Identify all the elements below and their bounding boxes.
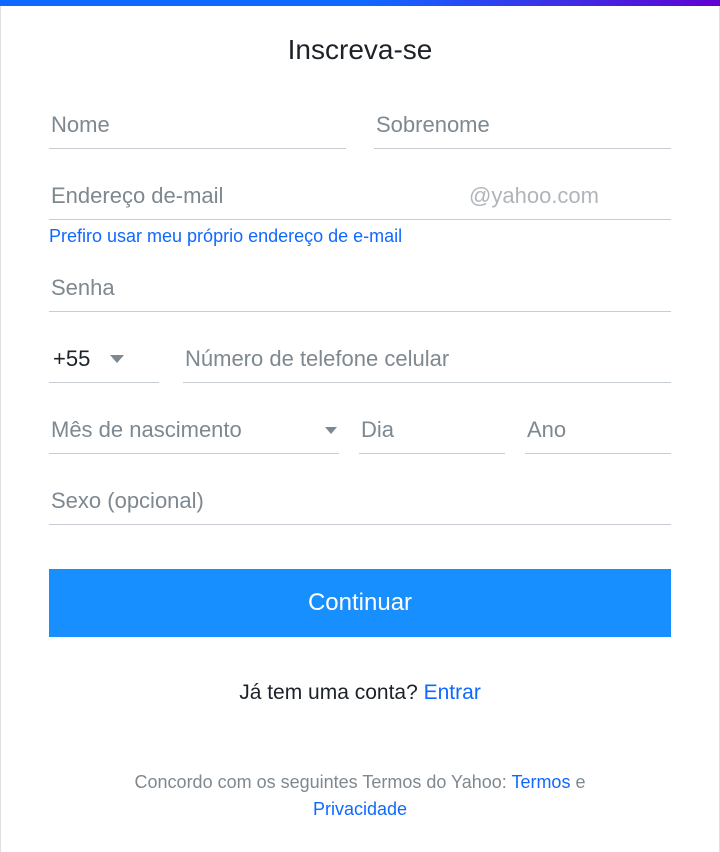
terms-prefix: Concordo com os seguintes Termos do Yaho… <box>135 772 512 792</box>
email-input[interactable] <box>49 175 467 219</box>
continue-button[interactable]: Continuar <box>49 569 671 637</box>
use-own-email-link[interactable]: Prefiro usar meu próprio endereço de e-m… <box>49 226 671 247</box>
chevron-down-icon <box>325 427 337 434</box>
birth-month-label: Mês de nascimento <box>51 417 242 443</box>
page-title: Inscreva-se <box>49 34 671 66</box>
terms-row: Concordo com os seguintes Termos do Yaho… <box>49 769 671 823</box>
birth-month-select[interactable]: Mês de nascimento <box>49 409 339 454</box>
country-code-value: +55 <box>53 346 90 372</box>
first-name-input[interactable] <box>49 104 346 149</box>
signin-link[interactable]: Entrar <box>424 681 481 704</box>
last-name-field <box>374 104 671 149</box>
terms-and: e <box>570 772 585 792</box>
phone-field <box>183 338 671 383</box>
last-name-input[interactable] <box>374 104 671 149</box>
phone-input[interactable] <box>183 338 671 383</box>
email-row: @yahoo.com <box>49 175 671 220</box>
signin-prompt: Já tem uma conta? Entrar <box>49 681 671 705</box>
gender-input[interactable] <box>49 480 671 525</box>
password-row <box>49 267 671 312</box>
birthdate-row: Mês de nascimento <box>49 409 671 454</box>
phone-row: +55 <box>49 338 671 383</box>
birth-day-input[interactable] <box>359 409 505 454</box>
gender-row <box>49 480 671 525</box>
privacy-link[interactable]: Privacidade <box>313 799 407 819</box>
name-row <box>49 104 671 149</box>
terms-link[interactable]: Termos <box>511 772 570 792</box>
signup-form-container: Inscreva-se @yahoo.com Prefiro usar meu … <box>0 6 720 852</box>
country-code-select[interactable]: +55 <box>49 338 159 383</box>
birth-year-input[interactable] <box>525 409 671 454</box>
birth-day-field <box>359 409 505 454</box>
signin-prompt-text: Já tem uma conta? <box>239 681 423 704</box>
password-input[interactable] <box>49 267 671 312</box>
chevron-down-icon <box>110 355 124 363</box>
birth-year-field <box>525 409 671 454</box>
first-name-field <box>49 104 346 149</box>
email-domain-suffix: @yahoo.com <box>467 175 601 219</box>
